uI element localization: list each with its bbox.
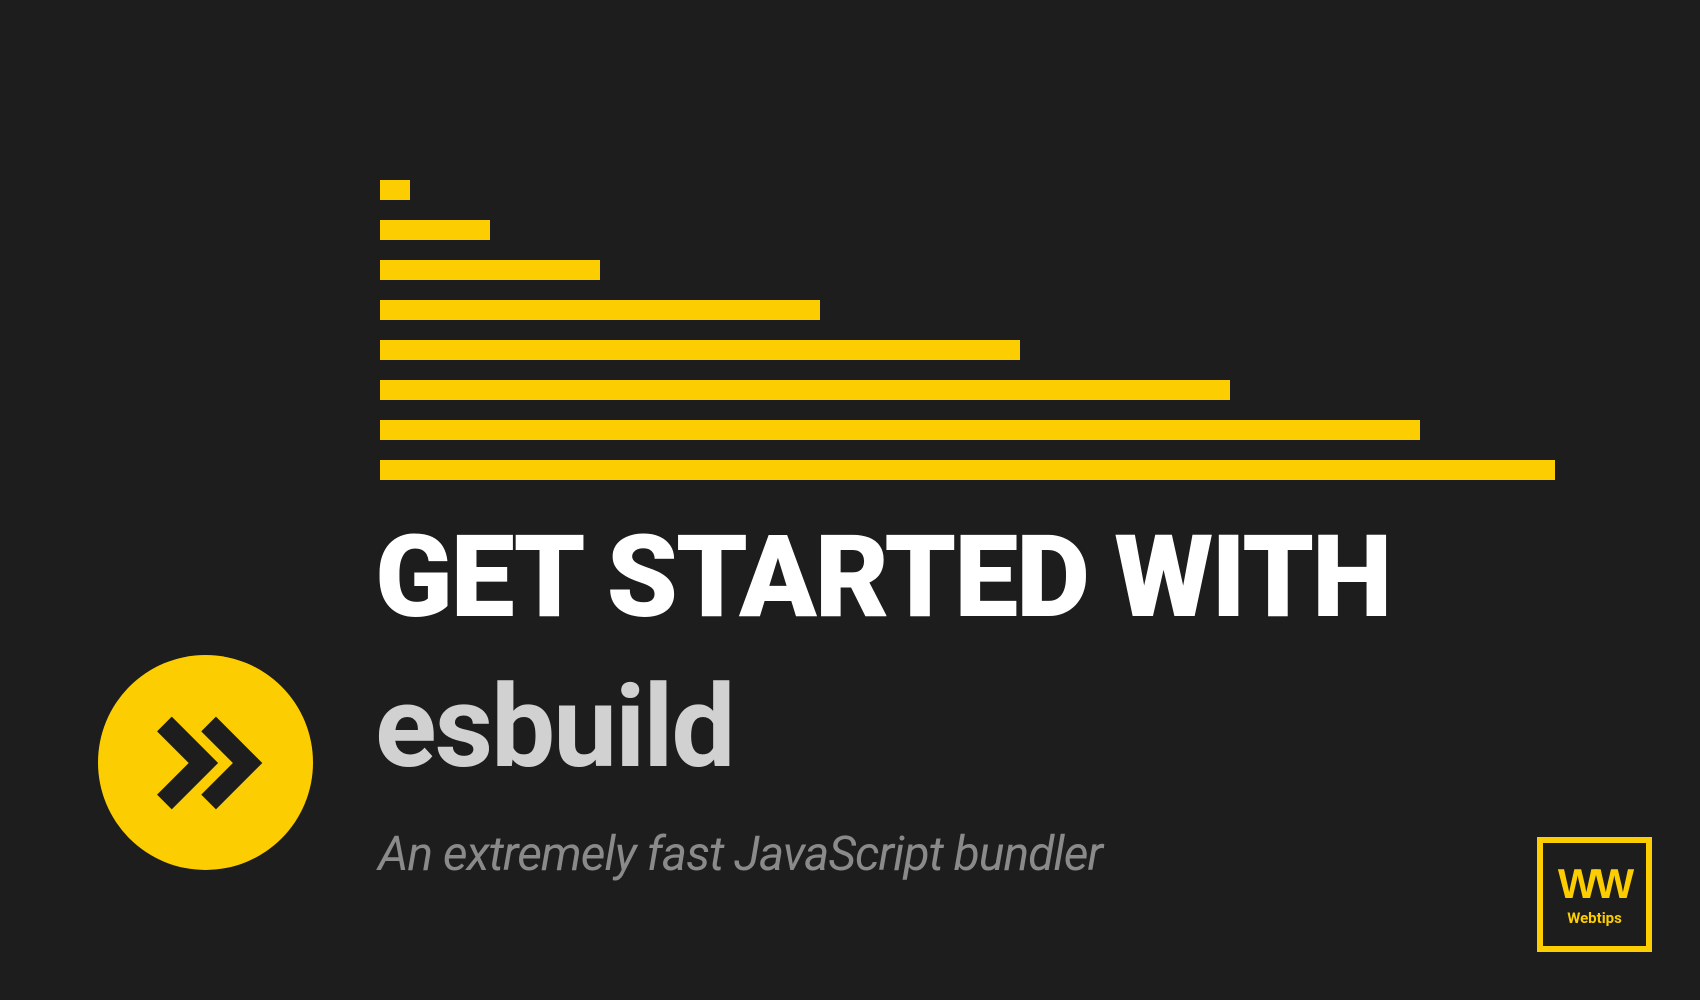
bar — [380, 460, 1555, 480]
logo-label: Webtips — [1567, 909, 1622, 927]
bar — [380, 180, 410, 200]
bar — [380, 220, 490, 240]
logo-mark: WW — [1558, 863, 1631, 905]
headline: GET STARTED WITH — [375, 520, 1390, 634]
fast-forward-icon — [98, 655, 313, 870]
tagline: An extremely fast JavaScript bundler — [378, 825, 1102, 882]
bar — [380, 380, 1230, 400]
bar — [380, 260, 600, 280]
bar — [380, 420, 1420, 440]
webtips-logo: WW Webtips — [1537, 837, 1652, 952]
bar-chart-graphic — [380, 180, 1555, 480]
subhead: esbuild — [375, 670, 734, 784]
bar — [380, 300, 820, 320]
bar — [380, 340, 1020, 360]
